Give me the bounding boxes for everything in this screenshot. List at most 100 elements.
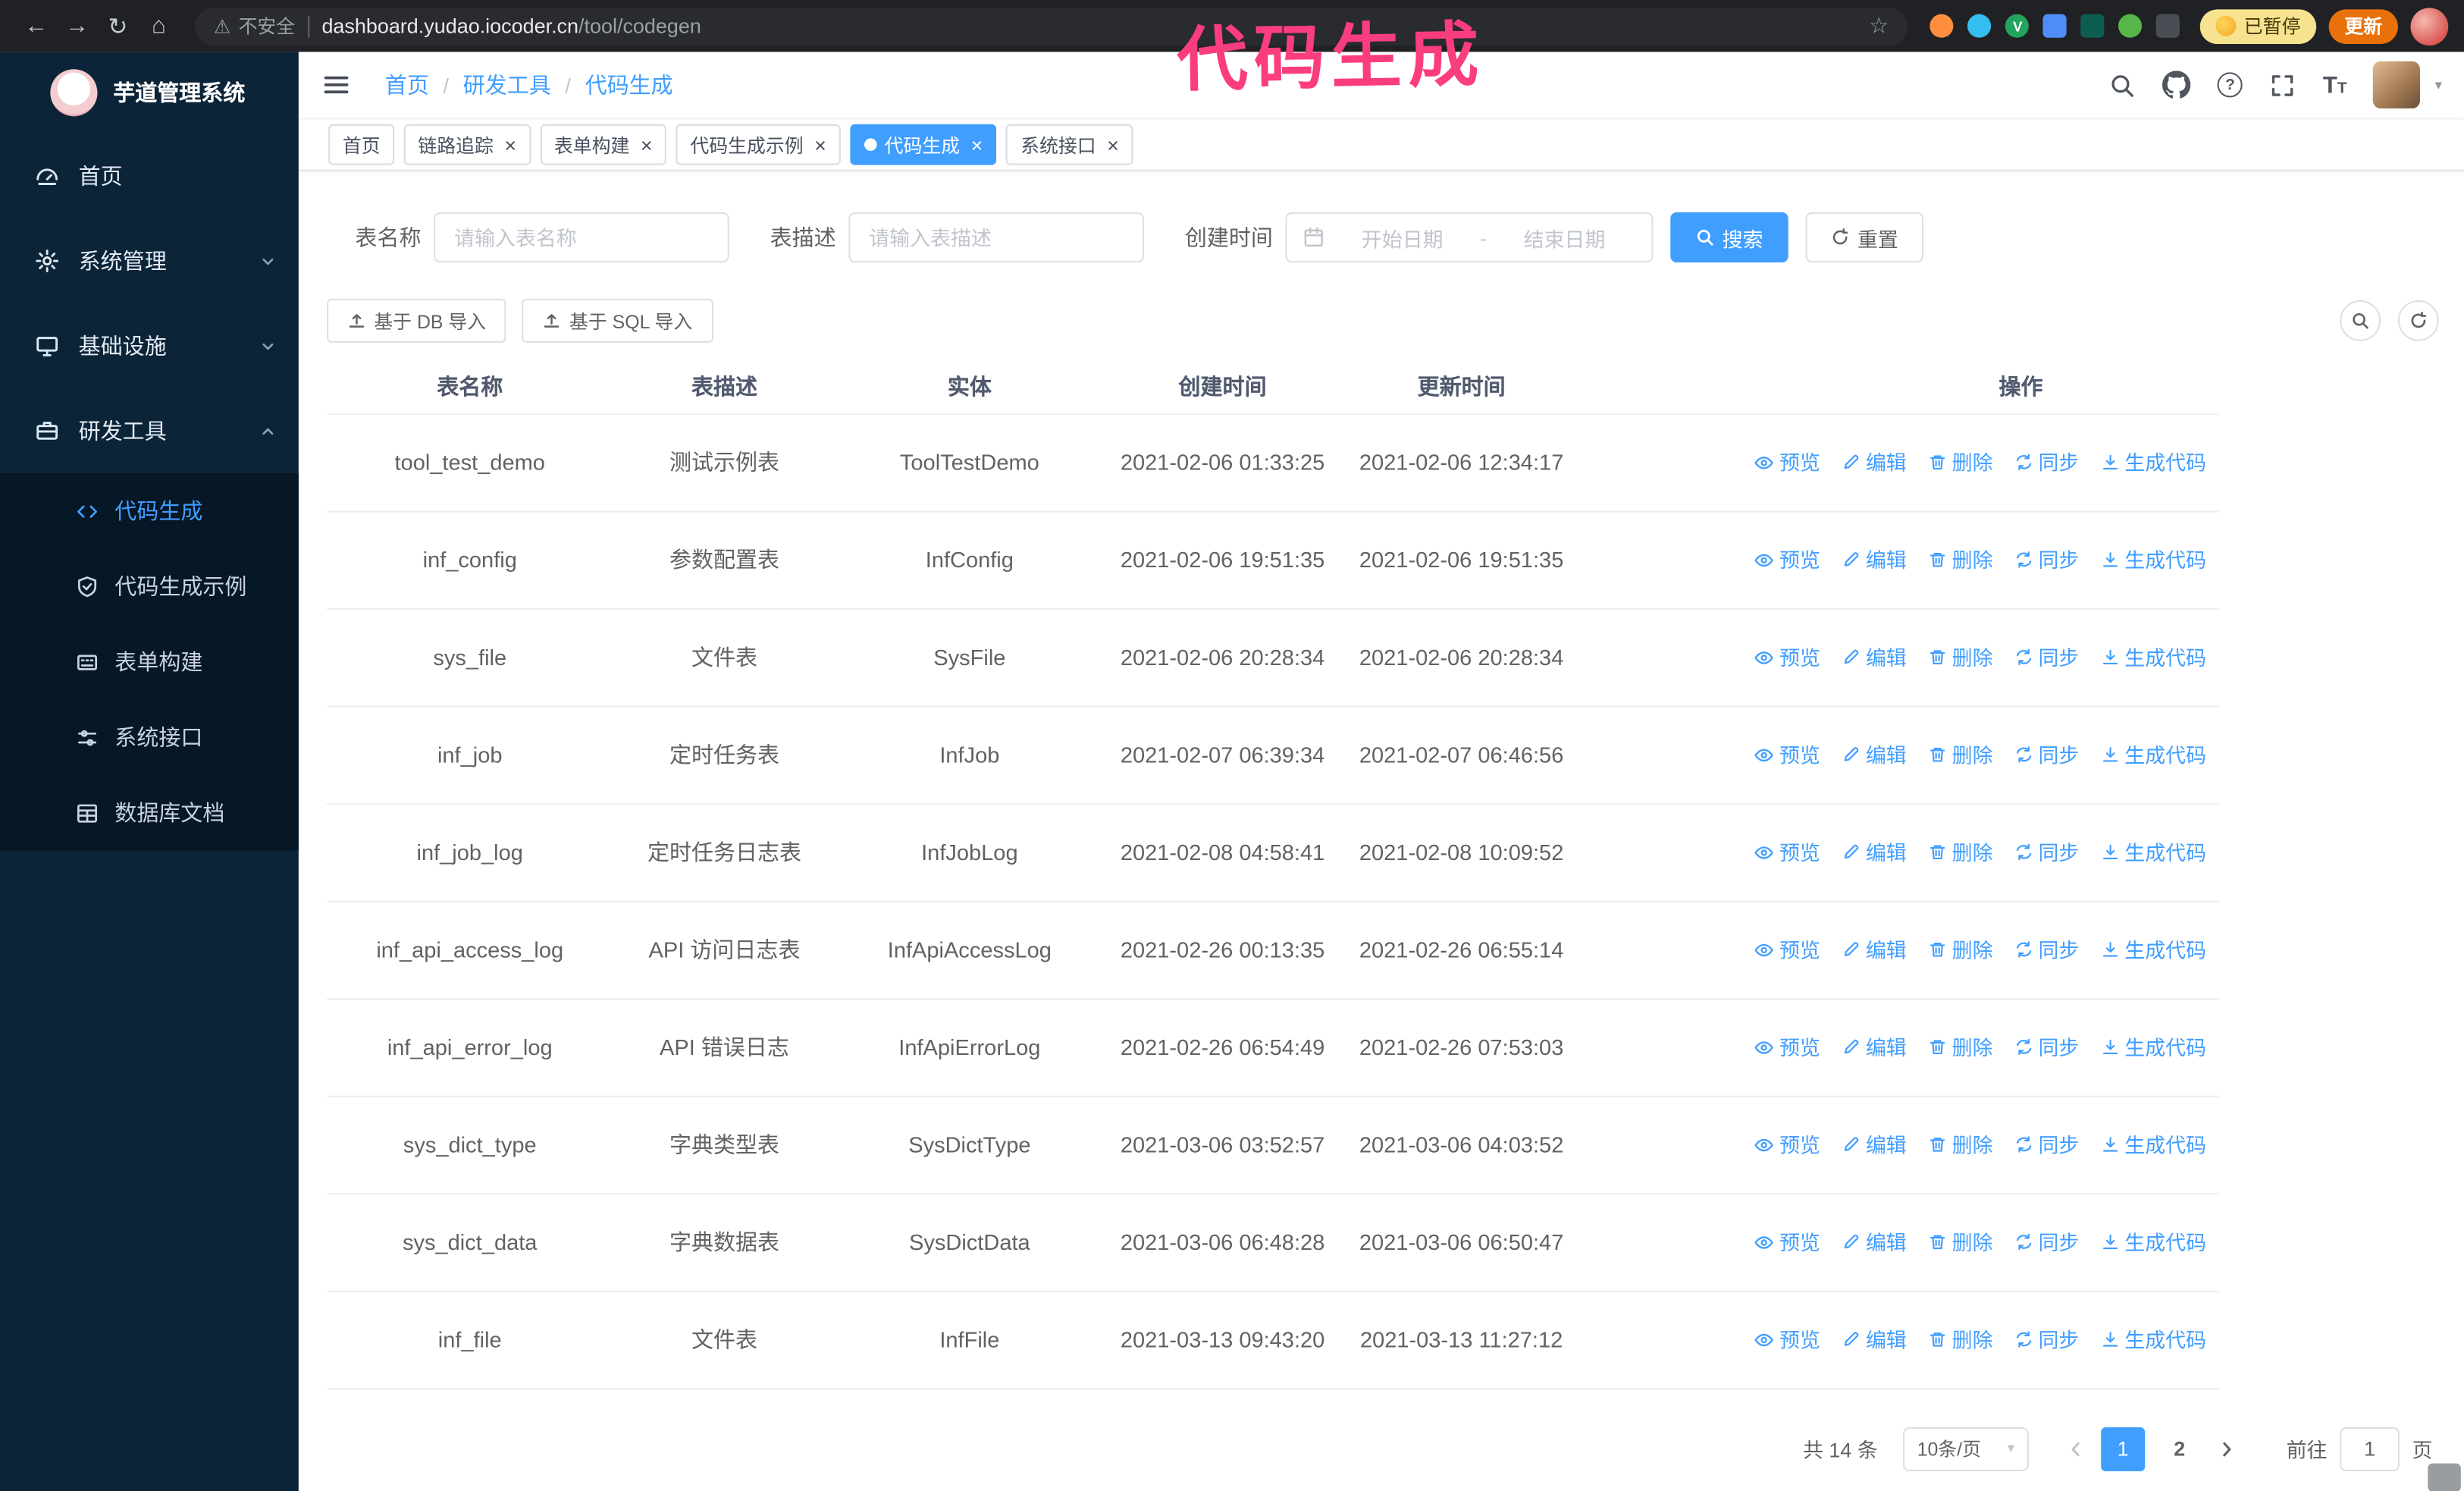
preview-link[interactable]: 预览 — [1754, 639, 1820, 676]
edit-link[interactable]: 编辑 — [1842, 1029, 1907, 1066]
forward-icon[interactable]: → — [57, 5, 98, 46]
extension-icon-5[interactable] — [2077, 10, 2108, 41]
reset-button[interactable]: 重置 — [1805, 212, 1924, 263]
user-avatar[interactable] — [2373, 61, 2421, 109]
sync-link[interactable]: 同步 — [2014, 737, 2079, 774]
generate-code-link[interactable]: 生成代码 — [2101, 1127, 2206, 1163]
sidebar-item-system[interactable]: 系统管理 — [0, 218, 299, 303]
preview-link[interactable]: 预览 — [1754, 1127, 1820, 1163]
preview-link[interactable]: 预览 — [1754, 834, 1820, 871]
sync-link[interactable]: 同步 — [2014, 1224, 2079, 1260]
generate-code-link[interactable]: 生成代码 — [2101, 444, 2206, 481]
tab[interactable]: 代码生成示例 × — [676, 124, 841, 165]
sync-link[interactable]: 同步 — [2014, 834, 2079, 871]
edit-link[interactable]: 编辑 — [1842, 834, 1907, 871]
extension-icon-1[interactable] — [1926, 10, 1958, 41]
paused-badge[interactable]: 已暂停 — [2199, 8, 2317, 43]
preview-link[interactable]: 预览 — [1754, 444, 1820, 481]
update-button[interactable]: 更新 — [2328, 8, 2398, 43]
delete-link[interactable]: 删除 — [1929, 1127, 1993, 1163]
date-range-picker[interactable]: 开始日期 - 结束日期 — [1285, 212, 1654, 263]
caret-down-icon[interactable]: ▾ — [2435, 77, 2442, 94]
delete-link[interactable]: 删除 — [1929, 1322, 1993, 1358]
prev-page-button[interactable] — [2057, 1427, 2095, 1471]
delete-link[interactable]: 删除 — [1929, 834, 1993, 871]
generate-code-link[interactable]: 生成代码 — [2101, 1322, 2206, 1358]
tab-close-icon[interactable]: × — [1107, 134, 1119, 155]
toggle-search-button[interactable] — [2340, 300, 2381, 341]
tab[interactable]: 代码生成 × — [850, 124, 998, 165]
next-page-button[interactable] — [2208, 1427, 2246, 1471]
extension-icon-2[interactable] — [1964, 10, 1995, 41]
help-icon[interactable]: ? — [2217, 72, 2243, 98]
page-button-1[interactable]: 1 — [2101, 1426, 2146, 1471]
sidebar-item-infra[interactable]: 基础设施 — [0, 303, 299, 388]
delete-link[interactable]: 删除 — [1929, 1029, 1993, 1066]
table-desc-input[interactable] — [848, 212, 1144, 263]
fullscreen-icon[interactable] — [2269, 71, 2296, 98]
generate-code-link[interactable]: 生成代码 — [2101, 737, 2206, 774]
edit-link[interactable]: 编辑 — [1842, 639, 1907, 676]
edit-link[interactable]: 编辑 — [1842, 542, 1907, 579]
sync-link[interactable]: 同步 — [2014, 444, 2079, 481]
goto-page-input[interactable] — [2340, 1426, 2400, 1471]
breadcrumb-home[interactable]: 首页 — [385, 69, 429, 100]
edit-link[interactable]: 编辑 — [1842, 1224, 1907, 1260]
page-size-select[interactable]: 10条/页 ▾ — [1902, 1426, 2029, 1471]
generate-code-link[interactable]: 生成代码 — [2101, 932, 2206, 968]
browser-profile-avatar[interactable] — [2410, 7, 2449, 46]
sidebar-item-codegen[interactable]: 代码生成 — [0, 473, 299, 548]
floating-widget[interactable] — [2428, 1463, 2461, 1491]
font-size-icon[interactable]: TT — [2323, 73, 2347, 96]
delete-link[interactable]: 删除 — [1929, 1224, 1993, 1260]
generate-code-link[interactable]: 生成代码 — [2101, 1224, 2206, 1260]
delete-link[interactable]: 删除 — [1929, 639, 1993, 676]
preview-link[interactable]: 预览 — [1754, 737, 1820, 774]
generate-code-link[interactable]: 生成代码 — [2101, 834, 2206, 871]
sync-link[interactable]: 同步 — [2014, 1322, 2079, 1358]
preview-link[interactable]: 预览 — [1754, 542, 1820, 579]
extension-icon-3[interactable]: V — [2002, 10, 2033, 41]
refresh-table-button[interactable] — [2397, 300, 2439, 341]
sync-link[interactable]: 同步 — [2014, 1127, 2079, 1163]
preview-link[interactable]: 预览 — [1754, 932, 1820, 968]
tab-close-icon[interactable]: × — [641, 134, 653, 155]
tab-close-icon[interactable]: × — [971, 134, 983, 155]
back-icon[interactable]: ← — [16, 5, 57, 46]
delete-link[interactable]: 删除 — [1929, 932, 1993, 968]
import-db-button[interactable]: 基于 DB 导入 — [327, 298, 507, 343]
sidebar-item-db-doc[interactable]: 数据库文档 — [0, 775, 299, 850]
tab-close-icon[interactable]: × — [504, 134, 516, 155]
address-bar[interactable]: ⚠ 不安全 dashboard.yudao.iocoder.cn/tool/co… — [195, 7, 1908, 46]
generate-code-link[interactable]: 生成代码 — [2101, 542, 2206, 579]
edit-link[interactable]: 编辑 — [1842, 1322, 1907, 1358]
page-button-2[interactable]: 2 — [2158, 1427, 2202, 1471]
preview-link[interactable]: 预览 — [1754, 1224, 1820, 1260]
delete-link[interactable]: 删除 — [1929, 542, 1993, 579]
delete-link[interactable]: 删除 — [1929, 444, 1993, 481]
reload-icon[interactable]: ↻ — [98, 5, 139, 46]
tab[interactable]: 系统接口 × — [1006, 124, 1133, 165]
home-icon[interactable]: ⌂ — [138, 5, 179, 46]
preview-link[interactable]: 预览 — [1754, 1322, 1820, 1358]
edit-link[interactable]: 编辑 — [1842, 1127, 1907, 1163]
extension-icon-4[interactable] — [2039, 10, 2071, 41]
sidebar-item-codegen-example[interactable]: 代码生成示例 — [0, 548, 299, 623]
extension-icon-6[interactable] — [2115, 10, 2146, 41]
search-icon[interactable] — [2109, 71, 2136, 98]
edit-link[interactable]: 编辑 — [1842, 444, 1907, 481]
sidebar-item-home[interactable]: 首页 — [0, 133, 299, 218]
github-icon[interactable] — [2162, 71, 2191, 99]
table-name-input[interactable] — [434, 212, 729, 263]
tab[interactable]: 链路追踪 × — [403, 124, 531, 165]
sync-link[interactable]: 同步 — [2014, 639, 2079, 676]
edit-link[interactable]: 编辑 — [1842, 932, 1907, 968]
sync-link[interactable]: 同步 — [2014, 542, 2079, 579]
tab[interactable]: 表单构建 × — [540, 124, 667, 165]
generate-code-link[interactable]: 生成代码 — [2101, 639, 2206, 676]
sync-link[interactable]: 同步 — [2014, 932, 2079, 968]
sidebar-item-devtools[interactable]: 研发工具 — [0, 388, 299, 473]
sync-link[interactable]: 同步 — [2014, 1029, 2079, 1066]
tab[interactable]: 首页 — [328, 124, 395, 165]
extension-puzzle-icon[interactable] — [2153, 10, 2184, 41]
